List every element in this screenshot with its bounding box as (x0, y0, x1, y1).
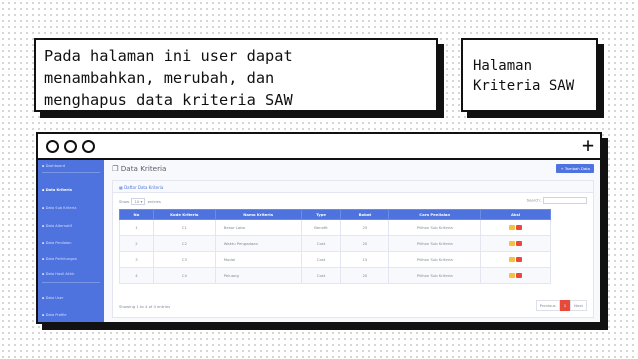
sidebar-item-dashboard[interactable]: ▪ Dashboard (42, 164, 65, 168)
main-content: ❐ Data Kriteria + Tambah Data ▦ Daftar D… (104, 160, 600, 322)
page-label-line-2: Kriteria SAW (473, 78, 575, 94)
table-header-row: No Kode Kriteria Nama Kriteria Type Bobo… (119, 209, 551, 220)
sidebar-divider (42, 282, 100, 283)
cell-type: Cost (300, 235, 342, 252)
showing-info: Showing 1 to 4 of 4 entries (119, 304, 171, 309)
cell-nama: Waktu Pengadaan (214, 235, 302, 252)
caption-line-2: menambahkan, merubah, dan (44, 69, 275, 87)
window-dot-icon (82, 140, 95, 153)
table-row: 1 C1 Besar Laba Benefit 25 Pilihan Sub K… (119, 219, 551, 236)
cell-nama: Besar Laba (214, 219, 302, 236)
sidebar-item-data-hasil-akhir[interactable]: ▪ Data Hasil Akhir (42, 272, 75, 276)
cell-no: 1 (119, 219, 154, 236)
cell-aksi (480, 235, 551, 252)
edit-icon[interactable] (509, 225, 516, 231)
trash-icon[interactable] (516, 225, 523, 231)
table-row: 3 C3 Modal Cost 15 Pilihan Sub Kriteria (119, 251, 551, 268)
sidebar-item-data-penilaian[interactable]: ▪ Data Penilaian (42, 241, 72, 245)
sidebar-divider (42, 172, 100, 173)
header-type[interactable]: Type (300, 209, 342, 220)
pagination: Previous 1 Next (535, 300, 587, 311)
plus-icon[interactable]: + (582, 135, 594, 155)
page-label-line-1: Halaman (473, 58, 533, 74)
caption-line-3: menghapus data kriteria SAW (44, 91, 293, 109)
next-button[interactable]: Next (570, 300, 587, 311)
cell-bobot: 25 (340, 219, 390, 236)
cell-cara-penilaian: Pilihan Sub Kriteria (388, 251, 482, 268)
cell-bobot: 15 (340, 251, 390, 268)
cell-kode: C3 (152, 251, 216, 268)
sidebar: ▪ Dashboard ▪ Data Kriteria ▪ Data Sub K… (38, 160, 104, 322)
cell-nama: Modal (214, 251, 302, 268)
caption-line-1: Pada halaman ini user dapat (44, 47, 293, 65)
table-row: 2 C2 Waktu Pengadaan Cost 20 Pilihan Sub… (119, 235, 551, 252)
browser-window: + ▪ Dashboard ▪ Data Kriteria ▪ Data Sub… (36, 132, 602, 324)
table-row: 4 C4 Peluang Cost 20 Pilihan Sub Kriteri… (119, 267, 551, 284)
header-kode-kriteria[interactable]: Kode Kriteria (152, 209, 216, 220)
header-no[interactable]: No (119, 209, 154, 220)
previous-button[interactable]: Previous (535, 300, 560, 311)
page-1-button[interactable]: 1 (559, 300, 571, 311)
trash-icon[interactable] (516, 257, 523, 263)
page-label-card: Halaman Kriteria SAW (461, 38, 598, 112)
cell-type: Benefit (300, 219, 342, 236)
cell-aksi (480, 251, 551, 268)
add-data-button[interactable]: + Tambah Data (556, 164, 594, 173)
sidebar-item-data-user[interactable]: ▪ Data User (42, 296, 64, 300)
header-bobot[interactable]: Bobot (340, 209, 390, 220)
entries-select[interactable]: 10 ▾ (131, 198, 146, 205)
cell-aksi (480, 267, 551, 284)
header-nama-kriteria[interactable]: Nama Kriteria (214, 209, 302, 220)
trash-icon[interactable] (516, 273, 523, 279)
header-aksi: Aksi (480, 209, 551, 220)
app-screen: ▪ Dashboard ▪ Data Kriteria ▪ Data Sub K… (38, 160, 600, 322)
panel-header: ▦ Daftar Data Kriteria (113, 181, 593, 193)
window-dot-icon (46, 140, 59, 153)
window-dot-icon (64, 140, 77, 153)
sidebar-item-data-profile[interactable]: ▪ Data Profile (42, 313, 66, 317)
cell-no: 2 (119, 235, 154, 252)
cell-nama: Peluang (214, 267, 302, 284)
kriteria-table: No Kode Kriteria Nama Kriteria Type Bobo… (119, 209, 551, 284)
cell-no: 4 (119, 267, 154, 284)
edit-icon[interactable] (509, 257, 516, 263)
cell-cara-penilaian: Pilihan Sub Kriteria (388, 219, 482, 236)
search-input[interactable] (543, 197, 587, 204)
cell-type: Cost (300, 251, 342, 268)
edit-icon[interactable] (509, 273, 516, 279)
cell-bobot: 20 (340, 267, 390, 284)
cell-kode: C1 (152, 219, 216, 236)
sidebar-item-data-kriteria[interactable]: ▪ Data Kriteria (42, 188, 72, 192)
cell-cara-penilaian: Pilihan Sub Kriteria (388, 267, 482, 284)
data-panel: ▦ Daftar Data Kriteria Show 10 ▾ entries… (112, 180, 594, 318)
cell-type: Cost (300, 267, 342, 284)
cell-cara-penilaian: Pilihan Sub Kriteria (388, 235, 482, 252)
sidebar-item-data-sub-kriteria[interactable]: ▪ Data Sub Kriteria (42, 206, 76, 210)
cell-aksi (480, 219, 551, 236)
search-control: Search: (527, 197, 587, 204)
sidebar-item-data-perhitungan[interactable]: ▪ Data Perhitungan (42, 257, 77, 261)
sidebar-item-data-alternatif[interactable]: ▪ Data Alternatif (42, 224, 72, 228)
cell-no: 3 (119, 251, 154, 268)
page-title: ❐ Data Kriteria (112, 164, 167, 173)
table-icon: ▦ (119, 185, 123, 190)
entries-control: Show 10 ▾ entries (119, 198, 161, 205)
cube-icon: ❐ (112, 164, 119, 173)
edit-icon[interactable] (509, 241, 516, 247)
header-cara-penilaian[interactable]: Cara Penilaian (388, 209, 482, 220)
cell-bobot: 20 (340, 235, 390, 252)
cell-kode: C2 (152, 235, 216, 252)
cell-kode: C4 (152, 267, 216, 284)
trash-icon[interactable] (516, 241, 523, 247)
browser-titlebar: + (38, 134, 600, 160)
caption-card: Pada halaman ini user dapat menambahkan,… (34, 38, 438, 112)
